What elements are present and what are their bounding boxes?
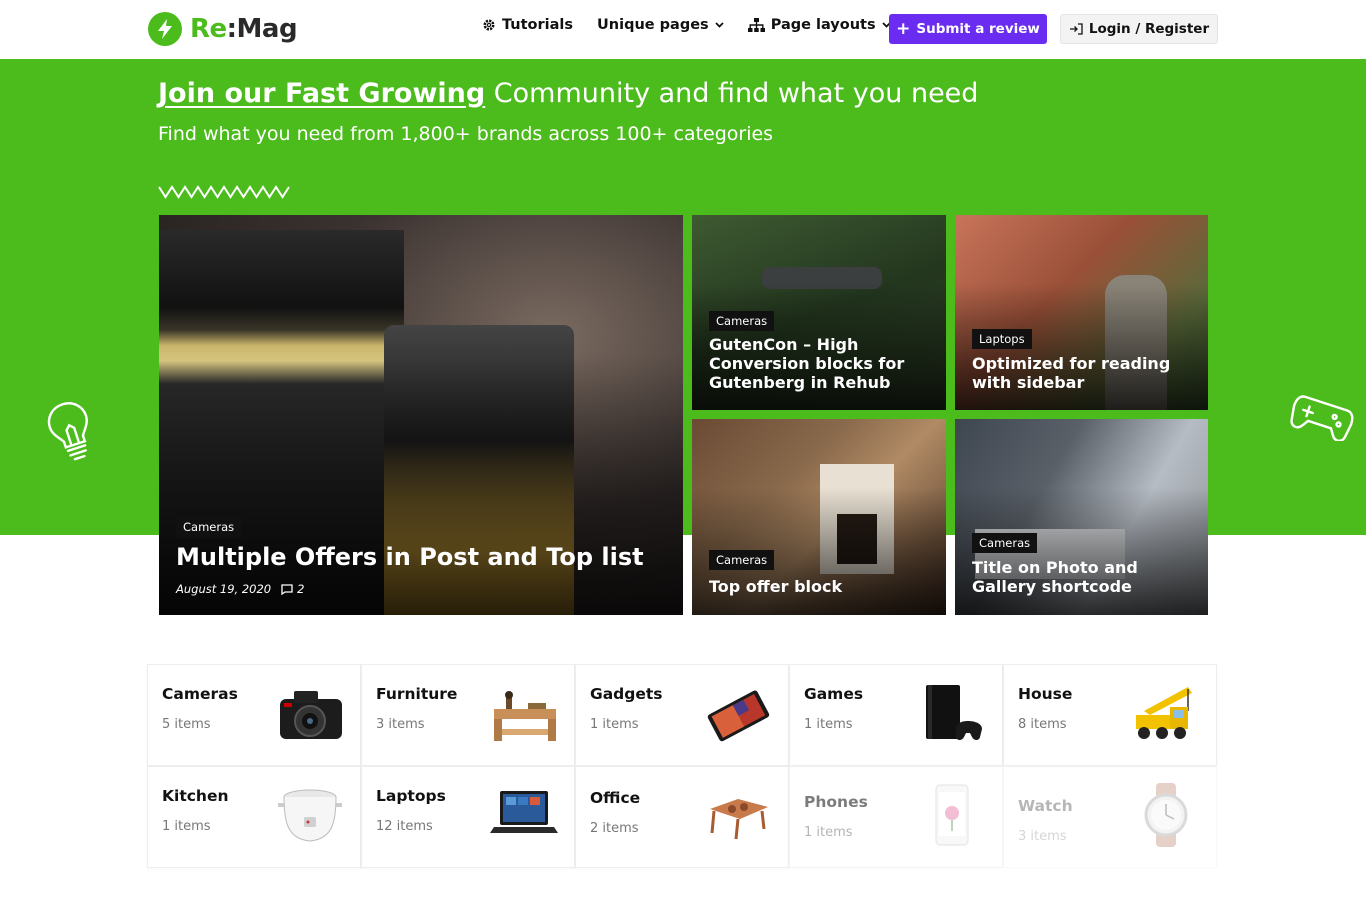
post-category-badge[interactable]: Laptops [972,329,1032,349]
post-meta: August 19, 2020 2 [176,582,304,596]
login-register-label: Login / Register [1088,21,1210,37]
post-title[interactable]: GutenCon – High Conversion blocks for Gu… [709,335,924,393]
category-count: 1 items [162,819,211,834]
category-card-laptops[interactable]: Laptops 12 items [361,766,575,868]
post-card[interactable]: Cameras Top offer block [692,419,946,615]
post-title[interactable]: Optimized for reading with sidebar [972,354,1187,392]
category-name: Office [590,789,641,807]
category-name: Cameras [162,685,238,703]
logo-re: Re [190,14,227,44]
category-count: 2 items [590,821,639,836]
lightning-icon [148,12,182,46]
nav-unique-pages-label: Unique pages [597,17,709,33]
category-name: Phones [804,793,868,811]
post-category-badge[interactable]: Cameras [972,533,1038,553]
nav-page-layouts[interactable]: Page layouts [747,17,891,33]
watch-icon [1144,783,1188,847]
hero-title: Join our Fast Growing Community and find… [158,78,978,109]
category-card-gadgets[interactable]: Gadgets 1 items [575,664,789,766]
sign-in-icon [1069,23,1083,35]
category-count: 3 items [1018,829,1067,844]
logo-mag: :Mag [226,14,298,44]
lightbulb-icon [47,402,88,461]
category-name: House [1018,685,1073,703]
chevron-down-icon [715,22,724,28]
crane-truck-icon [1136,687,1192,739]
category-name: Gadgets [590,685,663,703]
post-category-badge[interactable]: Cameras [709,311,775,331]
category-card-house[interactable]: House 8 items [1003,664,1217,766]
category-name: Furniture [376,685,458,703]
category-count: 1 items [804,717,853,732]
category-count: 1 items [590,717,639,732]
category-name: Games [804,685,864,703]
submit-review-button[interactable]: + Submit a review [889,14,1047,44]
camera-icon [280,691,342,739]
site-header: Re:Mag Tutorials Unique pages Page layou… [0,0,1366,59]
category-name: Kitchen [162,787,229,805]
category-card-games[interactable]: Games 1 items [789,664,1003,766]
hero-subtitle: Find what you need from 1,800+ brands ac… [158,123,774,145]
plus-icon: + [896,18,911,39]
post-date: August 19, 2020 [176,582,272,596]
hero-title-rest: Community and find what you need [485,78,979,109]
rice-cooker-icon [278,789,342,842]
category-name: Laptops [376,787,446,805]
main-nav: Tutorials Unique pages Page layouts [482,17,891,33]
nav-page-layouts-label: Page layouts [770,17,876,33]
category-count: 1 items [804,825,853,840]
post-comment-count: 2 [297,582,305,596]
category-count: 3 items [376,717,425,732]
post-title[interactable]: Title on Photo and Gallery shortcode [972,558,1192,596]
sitemap-icon [747,18,765,32]
category-card-phones[interactable]: Phones 1 items [789,766,1003,868]
phone-icon [935,784,969,846]
zigzag-divider [158,185,290,199]
nav-unique-pages[interactable]: Unique pages [597,17,724,33]
nav-tutorials-label: Tutorials [502,17,574,33]
category-name: Watch [1018,797,1073,815]
category-card-watch[interactable]: Watch 3 items [1003,766,1217,868]
furniture-icon [494,691,556,741]
category-card-furniture[interactable]: Furniture 3 items [361,664,575,766]
post-card-featured[interactable]: Cameras Multiple Offers in Post and Top … [159,215,683,615]
post-category-badge[interactable]: Cameras [176,517,242,537]
comment-icon [281,583,293,595]
post-card[interactable]: Cameras Title on Photo and Gallery short… [955,419,1208,615]
tablet-icon [707,690,770,742]
logo-text: Re:Mag [190,14,298,44]
nav-tutorials[interactable]: Tutorials [482,17,573,33]
gear-icon [483,19,495,31]
category-card-kitchen[interactable]: Kitchen 1 items [147,766,361,868]
hero-title-highlight[interactable]: Join our Fast Growing [158,78,485,109]
category-count: 8 items [1018,717,1067,732]
login-register-button[interactable]: Login / Register [1060,14,1218,44]
category-card-cameras[interactable]: Cameras 5 items [147,664,361,766]
post-title[interactable]: Top offer block [709,577,924,596]
submit-review-label: Submit a review [916,21,1040,37]
post-card[interactable]: Cameras GutenCon – High Conversion block… [692,215,946,410]
laptop-table-icon [710,799,768,840]
laptop-icon [490,791,558,833]
post-comments[interactable]: 2 [281,582,304,596]
category-count: 12 items [376,819,433,834]
post-category-badge[interactable]: Cameras [709,550,775,570]
site-logo[interactable]: Re:Mag [148,12,298,46]
post-card[interactable]: Laptops Optimized for reading with sideb… [955,215,1208,410]
post-title[interactable]: Multiple Offers in Post and Top list [176,543,676,572]
gamepad-icon [1290,395,1354,441]
category-card-office[interactable]: Office 2 items [575,766,789,868]
category-count: 5 items [162,717,211,732]
game-console-icon [926,685,982,740]
